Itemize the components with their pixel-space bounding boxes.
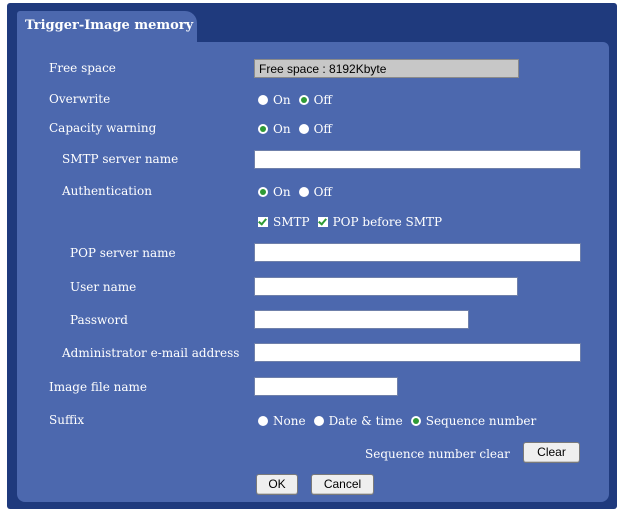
cancel-button[interactable]: Cancel <box>311 474 374 495</box>
pop-server-name-label: POP server name <box>70 246 176 260</box>
suffix-date-time-radio[interactable] <box>313 416 324 426</box>
pop-server-name-input[interactable] <box>254 243 581 262</box>
smtp-checkbox-label: SMTP <box>273 215 310 229</box>
suffix-date-time-label: Date & time <box>328 414 403 428</box>
overwrite-on-radio[interactable] <box>258 95 268 105</box>
free-space-label: Free space <box>49 61 116 75</box>
tab-trigger-image-memory[interactable]: Trigger-Image memory <box>17 11 197 43</box>
capacity-warning-off-label: Off <box>313 122 332 136</box>
authentication-label: Authentication <box>62 184 152 198</box>
sequence-number-clear-label: Sequence number clear <box>365 447 510 461</box>
capacity-warning-options: On Off <box>258 122 332 136</box>
overwrite-off-radio[interactable] <box>298 95 309 105</box>
authentication-off-label: Off <box>313 185 332 199</box>
tab-title: Trigger-Image memory <box>25 18 194 33</box>
free-space-field <box>254 59 519 78</box>
password-input[interactable] <box>254 310 469 329</box>
pop-before-smtp-checkbox[interactable] <box>317 217 328 227</box>
smtp-checkbox[interactable] <box>258 217 268 227</box>
ok-button[interactable]: OK <box>256 474 298 495</box>
capacity-warning-label: Capacity warning <box>49 121 157 135</box>
clear-button[interactable]: Clear <box>523 442 580 463</box>
smtp-server-name-label: SMTP server name <box>62 152 179 166</box>
authentication-methods: SMTP POP before SMTP <box>258 215 442 229</box>
settings-panel <box>17 42 609 502</box>
user-name-input[interactable] <box>254 277 518 296</box>
admin-email-label: Administrator e-mail address <box>62 346 240 360</box>
overwrite-options: On Off <box>258 93 332 107</box>
suffix-sequence-number-label: Sequence number <box>425 414 537 428</box>
suffix-none-label: None <box>273 414 306 428</box>
capacity-warning-on-radio[interactable] <box>258 124 268 134</box>
pop-before-smtp-label: POP before SMTP <box>332 215 443 229</box>
overwrite-label: Overwrite <box>49 92 111 106</box>
authentication-on-label: On <box>273 185 291 199</box>
password-label: Password <box>70 313 128 327</box>
capacity-warning-on-label: On <box>273 122 291 136</box>
suffix-sequence-number-radio[interactable] <box>410 416 421 426</box>
user-name-label: User name <box>70 280 137 294</box>
smtp-server-name-input[interactable] <box>254 150 581 169</box>
authentication-on-radio[interactable] <box>258 187 268 197</box>
suffix-label: Suffix <box>49 413 85 427</box>
authentication-off-radio[interactable] <box>298 187 309 197</box>
authentication-options: On Off <box>258 185 332 199</box>
overwrite-on-label: On <box>273 93 291 107</box>
suffix-none-radio[interactable] <box>258 416 268 426</box>
image-file-name-label: Image file name <box>49 380 147 394</box>
overwrite-off-label: Off <box>313 93 332 107</box>
admin-email-input[interactable] <box>254 343 581 362</box>
capacity-warning-off-radio[interactable] <box>298 124 309 134</box>
image-file-name-input[interactable] <box>254 377 398 396</box>
suffix-options: None Date & time Sequence number <box>258 414 536 428</box>
